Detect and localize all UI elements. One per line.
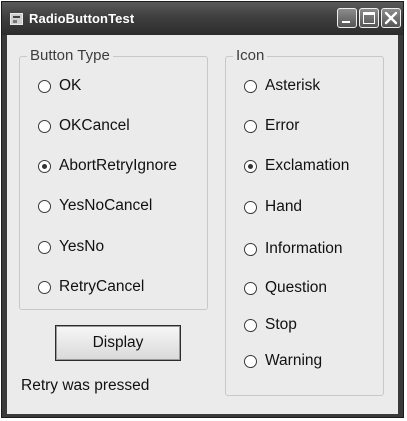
radio-label: Asterisk <box>265 77 321 94</box>
radio-label: Question <box>265 279 328 296</box>
radio-label: Exclamation <box>265 157 350 174</box>
icon-group-legend: Icon <box>233 47 268 64</box>
radio-circle-icon[interactable] <box>38 280 51 294</box>
radio-stop[interactable]: Stop <box>244 316 297 334</box>
radio-exclamation[interactable]: Exclamation <box>244 157 349 175</box>
radio-yesnocancel[interactable]: YesNoCancel <box>38 197 152 215</box>
radio-label: OKCancel <box>59 117 130 134</box>
icon-group: Icon <box>225 47 384 396</box>
radio-ok[interactable]: OK <box>38 77 81 95</box>
radio-circle-icon[interactable] <box>38 199 51 213</box>
radio-circle-icon[interactable] <box>244 242 257 256</box>
radio-information[interactable]: Information <box>244 240 343 258</box>
radio-retrycancel[interactable]: RetryCancel <box>38 278 144 296</box>
radio-circle-icon[interactable] <box>38 240 51 254</box>
radio-label: AbortRetryIgnore <box>59 157 178 174</box>
radio-question[interactable]: Question <box>244 279 327 297</box>
radio-label: Information <box>265 240 343 257</box>
app-window: RadioButtonTest Button Type OK OKCancel … <box>1 1 404 418</box>
app-form-icon[interactable] <box>10 13 23 25</box>
radio-label: YesNoCancel <box>59 197 153 214</box>
window-title: RadioButtonTest <box>29 11 135 26</box>
radio-circle-icon[interactable] <box>244 354 257 368</box>
radio-circle-icon[interactable] <box>244 159 257 173</box>
radio-label: OK <box>59 77 82 94</box>
radio-label: Stop <box>265 316 297 333</box>
radio-asterisk[interactable]: Asterisk <box>244 77 320 95</box>
radio-label: Warning <box>265 352 323 369</box>
close-button[interactable] <box>381 8 401 28</box>
maximize-icon <box>363 12 375 24</box>
radio-abortretryignore[interactable]: AbortRetryIgnore <box>38 157 177 175</box>
radio-okcancel[interactable]: OKCancel <box>38 117 130 135</box>
radio-circle-icon[interactable] <box>38 119 51 133</box>
radio-label: RetryCancel <box>59 278 145 295</box>
close-icon <box>384 11 398 25</box>
radio-yesno[interactable]: YesNo <box>38 238 104 256</box>
radio-error[interactable]: Error <box>244 117 299 135</box>
radio-circle-icon[interactable] <box>38 79 51 93</box>
radio-label: YesNo <box>59 238 105 255</box>
form-client-area: Button Type OK OKCancel AbortRetryIgnore… <box>7 35 398 414</box>
radio-hand[interactable]: Hand <box>244 198 302 216</box>
minimize-icon <box>342 21 350 23</box>
display-button[interactable]: Display <box>55 325 181 361</box>
radio-circle-icon[interactable] <box>244 281 257 295</box>
minimize-button[interactable] <box>337 8 357 28</box>
maximize-button[interactable] <box>359 8 379 28</box>
radio-warning[interactable]: Warning <box>244 352 322 370</box>
radio-circle-icon[interactable] <box>38 159 51 173</box>
radio-circle-icon[interactable] <box>244 119 257 133</box>
radio-circle-icon[interactable] <box>244 318 257 332</box>
status-label: Retry was pressed <box>21 377 150 394</box>
radio-label: Hand <box>265 198 303 215</box>
radio-circle-icon[interactable] <box>244 200 257 214</box>
radio-label: Error <box>265 117 300 134</box>
radio-circle-icon[interactable] <box>244 79 257 93</box>
title-bar[interactable]: RadioButtonTest <box>2 2 403 35</box>
button-type-legend: Button Type <box>27 47 113 64</box>
